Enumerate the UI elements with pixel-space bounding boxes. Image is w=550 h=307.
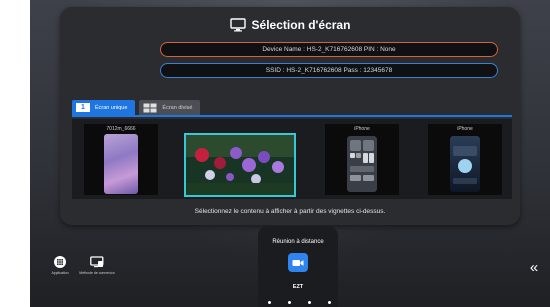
screen-mode-tabs: 1 Écran unique Écran divisé: [72, 100, 201, 115]
page-dot: [267, 300, 271, 304]
thumbnail-source-1[interactable]: 7012m_6666: [84, 124, 158, 195]
thumbnail-source-3[interactable]: iPhone: [325, 124, 399, 195]
thumbnail-caption: iPhone: [457, 126, 473, 132]
iphone-screen-preview: [450, 136, 480, 192]
remote-meeting-label: Réunion à distance: [272, 239, 324, 245]
tab-split-screen-label: Écran divisé: [162, 104, 193, 111]
ezt-icon: [292, 259, 304, 266]
screen: Sélection d'écran Device Name : HS-2_K71…: [30, 0, 550, 307]
split-screen-icon: [143, 103, 157, 112]
page-indicator: [254, 298, 344, 306]
thumbnail-caption: 7012m_6666: [106, 126, 136, 132]
page-dot: [287, 300, 291, 304]
thumbnail-source-4[interactable]: iPhone: [428, 124, 502, 195]
monitor-icon: [229, 18, 246, 32]
tab-underline: [72, 115, 512, 117]
single-screen-badge: 1: [76, 103, 90, 112]
connection-icon: [90, 256, 104, 268]
ezt-label: EZT: [292, 284, 304, 290]
tab-split-screen[interactable]: Écran divisé: [139, 100, 201, 115]
remote-meeting-panel: Réunion à distance EZT: [258, 226, 338, 307]
flowers-preview: [186, 135, 294, 195]
thumbnail-source-2[interactable]: [184, 133, 296, 197]
applications-button[interactable]: Application: [45, 256, 75, 275]
tab-single-screen[interactable]: 1 Écran unique: [72, 100, 136, 115]
thumbnail-preview: [104, 134, 138, 194]
apps-grid-icon: [54, 256, 66, 268]
dialog-header: Sélection d'écran: [60, 15, 520, 35]
tab-single-screen-label: Écran unique: [95, 104, 128, 111]
page-dot: [327, 300, 331, 304]
ssid-field: SSID : HS-2_K716762608 Pass : 12345678: [160, 63, 498, 78]
thumbnail-strip: 7012m_6666 iPhone iPhone: [72, 119, 512, 199]
device-name-field: Device Name : HS-2_K716762608 PIN : None: [160, 42, 498, 57]
dialog-title: Sélection d'écran: [251, 18, 351, 32]
screen-selection-dialog: Sélection d'écran Device Name : HS-2_K71…: [60, 7, 520, 225]
ezt-app-button[interactable]: [288, 253, 308, 272]
thumbnail-caption: iPhone: [354, 126, 370, 132]
collapse-icon[interactable]: «: [526, 260, 542, 276]
selection-hint: Sélectionnez le contenu à afficher à par…: [194, 208, 386, 215]
applications-label: Application: [51, 271, 69, 275]
iphone-control-center-preview: [347, 136, 377, 192]
connection-method-button[interactable]: Méthode de connexion: [77, 256, 117, 275]
connection-method-label: Méthode de connexion: [79, 271, 115, 275]
page-dot: [307, 300, 311, 304]
